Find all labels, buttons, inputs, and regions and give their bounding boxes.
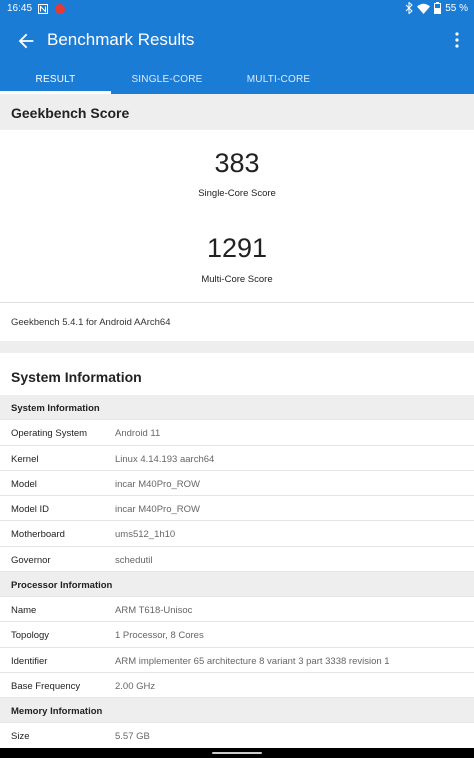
wifi-icon <box>417 3 431 14</box>
page-title: Benchmark Results <box>47 30 195 49</box>
table-row: Topology 1 Processor, 8 Cores <box>0 622 474 648</box>
row-value: incar M40Pro_ROW <box>115 478 200 490</box>
divider <box>0 302 474 303</box>
system-navigation-bar <box>0 748 474 758</box>
multi-core-label: Multi-Core Score <box>201 274 273 285</box>
table-row: Base Frequency 2.00 GHz <box>0 673 474 698</box>
group-header-memory: Memory Information <box>0 698 474 724</box>
tab-bar: RESULT SINGLE-CORE MULTI-CORE <box>0 64 474 94</box>
table-row: Model incar M40Pro_ROW <box>0 471 474 496</box>
app-bar: Benchmark Results RESULT SINGLE-CORE MUL… <box>0 18 474 94</box>
tab-result[interactable]: RESULT <box>0 64 111 94</box>
row-value: ARM implementer 65 architecture 8 varian… <box>115 655 390 667</box>
bluetooth-icon <box>405 2 413 14</box>
row-key: Size <box>11 731 30 743</box>
status-time: 16:45 <box>7 3 33 14</box>
tab-single-core[interactable]: SINGLE-CORE <box>111 64 223 94</box>
row-value: Android 11 <box>115 428 161 440</box>
table-row: Model ID incar M40Pro_ROW <box>0 496 474 522</box>
group-header-system: System Information <box>0 395 474 421</box>
tab-multi-core[interactable]: MULTI-CORE <box>226 64 331 94</box>
group-header-processor: Processor Information <box>0 571 474 597</box>
section-gap <box>0 341 474 353</box>
row-key: Identifier <box>11 655 48 667</box>
geekbench-score-header: Geekbench Score <box>0 94 474 130</box>
table-row: Identifier ARM implementer 65 architectu… <box>0 648 474 673</box>
row-key: Model <box>11 478 37 490</box>
group-label: System Information <box>11 403 100 414</box>
row-value: schedutil <box>115 554 153 566</box>
home-gesture-handle[interactable] <box>212 752 262 754</box>
row-key: Name <box>11 605 37 616</box>
table-row: Kernel Linux 4.14.193 aarch64 <box>0 446 474 471</box>
row-value: incar M40Pro_ROW <box>115 504 200 515</box>
row-value: 1 Processor, 8 Cores <box>115 630 204 642</box>
table-row: Operating System Android 11 <box>0 420 474 446</box>
system-info-table: System Information Operating System Andr… <box>0 395 474 749</box>
row-key: Governor <box>11 554 51 566</box>
geekbench-version: Geekbench 5.4.1 for Android AArch64 <box>11 317 171 328</box>
row-value: ums512_1h10 <box>115 529 176 541</box>
row-key: Operating System <box>11 428 88 440</box>
row-value: ARM T618-Unisoc <box>115 605 193 616</box>
group-label: Processor Information <box>11 579 113 591</box>
group-label: Memory Information <box>11 706 103 717</box>
app-notification-icon <box>55 4 65 14</box>
row-key: Motherboard <box>11 529 65 541</box>
more-options-icon[interactable] <box>454 31 460 49</box>
table-row: Size 5.57 GB <box>0 723 474 749</box>
back-arrow-icon[interactable] <box>15 30 37 52</box>
notification-n-icon <box>38 4 48 14</box>
row-value: 5.57 GB <box>115 731 150 743</box>
row-key: Kernel <box>11 453 39 465</box>
table-row: Governor schedutil <box>0 547 474 572</box>
battery-icon <box>434 2 442 14</box>
multi-core-score: 1291 <box>206 233 268 263</box>
row-key: Model ID <box>11 504 50 515</box>
battery-percent: 55 % <box>445 2 468 14</box>
row-value: 2.00 GHz <box>115 680 156 692</box>
table-row: Name ARM T618-Unisoc <box>0 597 474 623</box>
single-core-score: 383 <box>214 148 260 178</box>
row-key: Topology <box>11 630 50 642</box>
status-right-cluster: 55 % <box>405 2 468 14</box>
row-value: Linux 4.14.193 aarch64 <box>115 453 215 465</box>
score-card: 383 Single-Core Score 1291 Multi-Core Sc… <box>0 130 474 302</box>
single-core-label: Single-Core Score <box>198 188 276 199</box>
table-row: Motherboard ums512_1h10 <box>0 521 474 547</box>
system-information-title: System Information <box>11 369 142 385</box>
status-bar: 16:45 55 % <box>0 0 474 18</box>
row-key: Base Frequency <box>11 680 81 692</box>
